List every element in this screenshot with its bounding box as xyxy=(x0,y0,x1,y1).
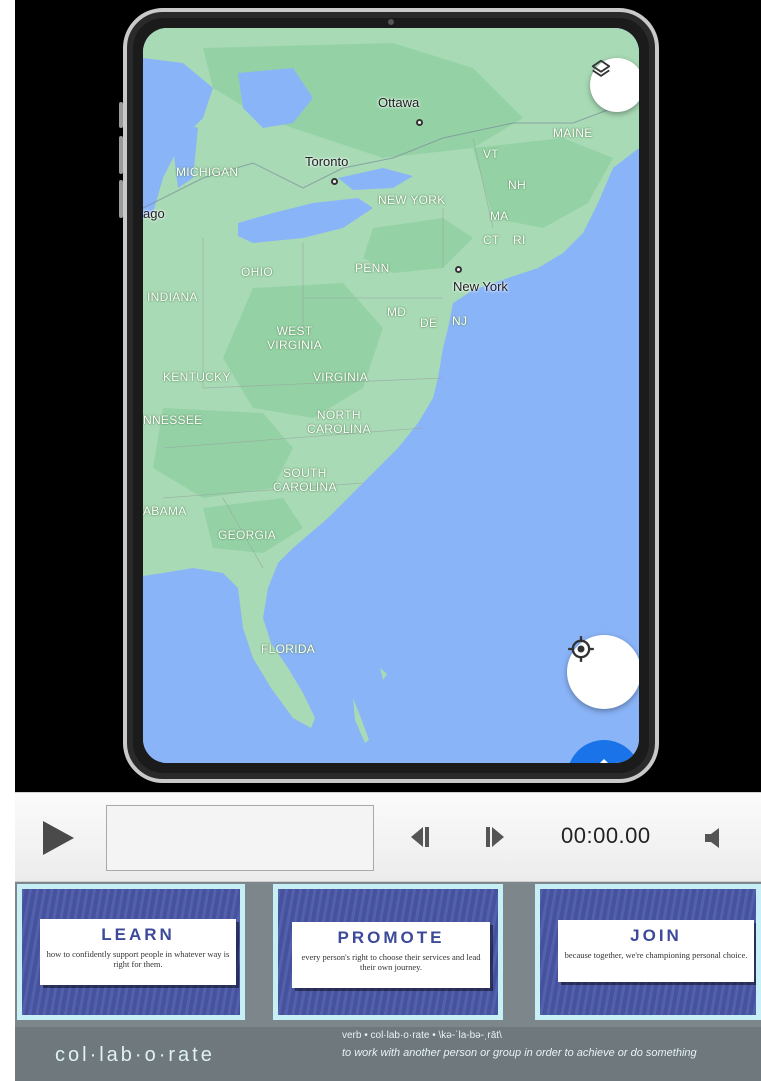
play-icon[interactable] xyxy=(41,820,75,856)
map-label-vt: VT xyxy=(483,147,499,161)
map-label-south-carolina: SOUTH CAROLINA xyxy=(273,466,337,494)
map-label-maine: MAINE xyxy=(553,126,593,140)
map-label-kentucky: KENTUCKY xyxy=(163,370,231,384)
learn-text: how to confidently support people in wha… xyxy=(46,949,230,969)
map-label-ma: MA xyxy=(490,209,509,223)
map-label-penn: PENN xyxy=(355,261,390,275)
map-label-nh: NH xyxy=(508,178,526,192)
map-label-west-virginia: WEST VIRGINIA xyxy=(267,324,323,352)
city-label-new-york[interactable]: New York xyxy=(453,279,508,294)
time-display: 00:00.00 xyxy=(561,823,651,848)
video-frame: MICHIGAN MAINE VT NH NEW YORK MA CT RI O… xyxy=(15,0,761,792)
directions-arrow-icon xyxy=(600,759,608,763)
tablet-side-button xyxy=(119,102,123,128)
map-label-tennessee: NNESSEE xyxy=(143,413,203,427)
city-label-ottawa[interactable]: Ottawa xyxy=(378,95,419,110)
tablet-device: MICHIGAN MAINE VT NH NEW YORK MA CT RI O… xyxy=(119,8,659,783)
city-label-chicago[interactable]: ago xyxy=(143,206,165,221)
map-label-florida: FLORIDA xyxy=(261,642,316,656)
join-card: JOIN because together, we're championing… xyxy=(535,884,761,1020)
learn-title: LEARN xyxy=(101,925,175,944)
learn-card: LEARN how to confidently support people … xyxy=(17,884,245,1020)
my-location-icon xyxy=(568,636,594,662)
definition-text: to work with another person or group in … xyxy=(342,1047,697,1059)
tablet-side-button xyxy=(119,136,123,174)
city-label-toronto[interactable]: Toronto xyxy=(305,154,348,169)
definition-strip: col·lab·o·rate verb • col·lab·o·rate • \… xyxy=(15,1027,761,1081)
map-label-ri: RI xyxy=(513,233,526,247)
layers-button[interactable] xyxy=(590,58,639,112)
layers-icon xyxy=(591,59,611,77)
city-marker-new-york[interactable] xyxy=(455,266,462,273)
promote-title: PROMOTE xyxy=(337,928,445,947)
map-label-ohio: OHIO xyxy=(241,265,273,279)
map-label-de: DE xyxy=(420,316,438,330)
map-label-indiana: INDIANA xyxy=(147,290,198,304)
step-forward-icon[interactable] xyxy=(483,826,507,848)
map-label-new-york: NEW YORK xyxy=(378,193,446,207)
join-note: JOIN because together, we're championing… xyxy=(558,920,754,982)
my-location-button[interactable] xyxy=(567,635,639,709)
directions-button[interactable] xyxy=(567,740,639,763)
map-label-north-carolina: NORTH CAROLINA xyxy=(307,408,371,436)
collaborate-word: col·lab·o·rate xyxy=(55,1044,215,1066)
map-label-georgia: GEORGIA xyxy=(218,528,277,542)
map-view[interactable]: MICHIGAN MAINE VT NH NEW YORK MA CT RI O… xyxy=(143,28,639,763)
learn-note: LEARN how to confidently support people … xyxy=(40,919,236,985)
join-title: JOIN xyxy=(630,926,682,945)
map-label-ct: CT xyxy=(483,233,500,247)
map-label-virginia: VIRGINIA xyxy=(313,370,369,384)
tablet-side-button xyxy=(119,180,123,218)
promote-card: PROMOTE every person's right to choose t… xyxy=(273,884,503,1020)
step-back-icon[interactable] xyxy=(408,826,432,848)
city-marker-toronto[interactable] xyxy=(331,178,338,185)
city-marker-ottawa[interactable] xyxy=(416,119,423,126)
collaborate-banner: LEARN how to confidently support people … xyxy=(15,882,761,1081)
map-label-md: MD xyxy=(387,305,407,319)
media-player-controls: 00:00.00 xyxy=(15,792,761,882)
join-text: because together, we're championing pers… xyxy=(564,950,748,960)
definition-pronunciation: verb • col·lab·o·rate • \kə-ˈla-bə-ˌrāt\ xyxy=(342,1030,502,1041)
map-label-michigan: MICHIGAN xyxy=(176,165,239,179)
map-label-nj: NJ xyxy=(452,314,468,328)
promote-note: PROMOTE every person's right to choose t… xyxy=(292,922,490,988)
volume-icon[interactable] xyxy=(703,826,725,850)
promote-text: every person's right to choose their ser… xyxy=(301,952,481,972)
progress-bar[interactable] xyxy=(106,805,374,871)
map-label-alabama: ABAMA xyxy=(143,504,187,518)
camera-dot xyxy=(388,19,394,25)
